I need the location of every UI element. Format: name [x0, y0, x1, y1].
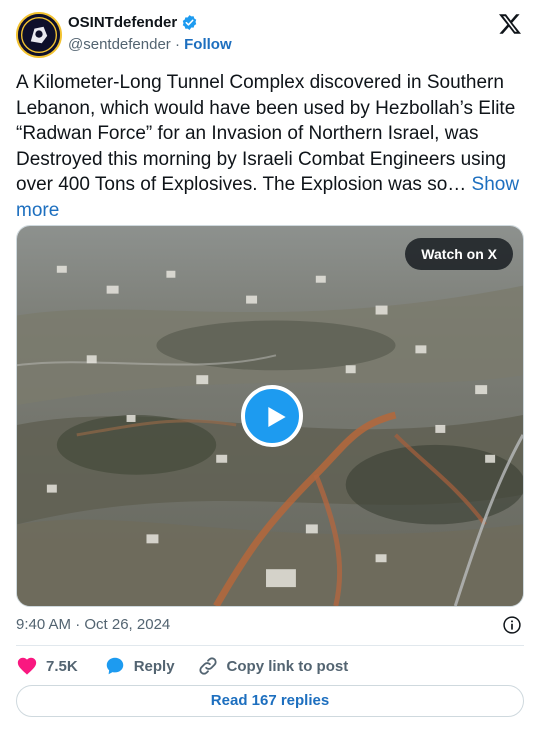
link-icon [198, 657, 217, 675]
play-icon [268, 407, 286, 427]
copy-link-label: Copy link to post [226, 657, 349, 675]
read-replies-button[interactable]: Read 167 replies [16, 685, 524, 717]
follow-link[interactable]: Follow [184, 36, 232, 53]
display-name[interactable]: OSINTdefender [68, 14, 177, 31]
reply-bubble-icon [106, 657, 123, 675]
timestamp[interactable]: 9:40 AM · Oct 26, 2024 [16, 616, 170, 633]
reply-label: Reply [133, 657, 175, 675]
tweet-body: A Kilometer-Long Tunnel Complex discover… [16, 72, 516, 195]
avatar[interactable] [16, 12, 62, 58]
watch-on-x-button[interactable]: Watch on X [405, 238, 513, 270]
tweet-text: A Kilometer-Long Tunnel Complex discover… [16, 70, 528, 223]
separator: · [174, 36, 180, 53]
copy-link-button[interactable]: Copy link to post [197, 655, 349, 677]
info-icon[interactable] [502, 615, 522, 635]
tweet-embed-card: OSINTdefender @sentdefender · Follow A K… [0, 0, 540, 732]
verified-badge-icon [182, 15, 197, 30]
x-logo-icon[interactable] [498, 12, 522, 36]
handle-row: @sentdefender · Follow [68, 36, 232, 53]
likes-count: 7.5K [46, 657, 78, 675]
play-button[interactable] [241, 385, 303, 447]
action-bar: 7.5K Reply Copy link to post [16, 654, 348, 678]
divider [16, 645, 524, 646]
video-thumbnail[interactable]: Watch on X [16, 225, 524, 607]
heart-icon [17, 657, 37, 675]
author-name-row: OSINTdefender [68, 14, 198, 31]
reply-button[interactable]: Reply [104, 655, 175, 677]
handle[interactable]: @sentdefender [68, 36, 171, 53]
like-button[interactable]: 7.5K [16, 655, 78, 677]
avatar-logo [18, 14, 60, 56]
